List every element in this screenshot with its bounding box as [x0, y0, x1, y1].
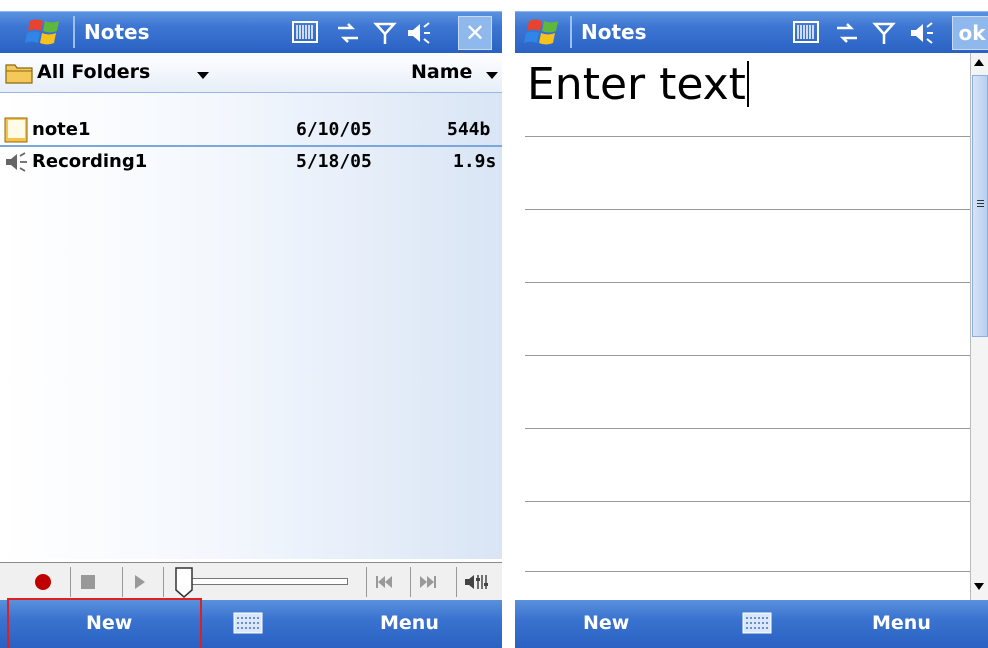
volume-icon[interactable]: [907, 18, 937, 48]
note-text: Enter text: [527, 59, 746, 110]
notes-list-screen: Notes ✕ All Folders Name note1 6/10/05 5…: [0, 0, 502, 648]
ruled-line: [525, 209, 970, 210]
chevron-down-icon[interactable]: [486, 72, 498, 79]
progress-track[interactable]: [180, 578, 348, 585]
note-icon: [4, 117, 28, 143]
recording-toolbar: [0, 562, 502, 600]
close-button[interactable]: ✕: [458, 16, 492, 50]
signal-icon[interactable]: [370, 18, 400, 48]
toolbar-separator: [456, 567, 457, 597]
ruled-line: [525, 571, 970, 572]
list-header: All Folders Name: [0, 53, 502, 93]
ok-button[interactable]: ok: [952, 16, 988, 50]
text-cursor: [746, 61, 749, 107]
toolbar-separator: [70, 567, 71, 597]
title-separator: [570, 16, 572, 48]
title-separator: [73, 16, 75, 48]
ruled-line: [525, 355, 970, 356]
chevron-down-icon[interactable]: [197, 72, 209, 79]
volume-slider-icon[interactable]: [463, 572, 491, 592]
ruled-line: [525, 501, 970, 502]
scroll-up-arrow[interactable]: [974, 59, 984, 66]
list-item[interactable]: note1 6/10/05 544b: [0, 115, 502, 147]
slider-handle[interactable]: [174, 566, 194, 598]
skip-back-icon[interactable]: [375, 574, 393, 590]
folder-dropdown[interactable]: All Folders: [37, 61, 150, 83]
menu-button[interactable]: Menu: [380, 612, 439, 634]
barcode-icon[interactable]: [290, 18, 320, 48]
speaker-icon: [6, 152, 27, 172]
record-icon[interactable]: [34, 573, 52, 591]
file-name: note1: [32, 119, 91, 140]
barcode-icon[interactable]: [791, 18, 821, 48]
app-title: Notes: [84, 20, 150, 44]
file-date: 6/10/05: [296, 119, 372, 140]
file-list: note1 6/10/05 544b Recording1 5/18/05 1.…: [0, 93, 502, 559]
ruled-line: [525, 136, 970, 137]
vertical-scrollbar[interactable]: [970, 53, 988, 600]
app-title: Notes: [581, 20, 647, 44]
list-item[interactable]: Recording1 5/18/05 1.9s: [0, 147, 502, 179]
note-text-area[interactable]: Enter text: [527, 59, 749, 110]
file-size: 1.9s: [453, 151, 497, 172]
ruled-line: [525, 428, 970, 429]
stop-icon[interactable]: [80, 574, 96, 590]
connectivity-icon[interactable]: [333, 18, 363, 48]
toolbar-separator: [366, 567, 367, 597]
note-editor-screen: Notes ok Enter text New Menu: [515, 0, 988, 648]
softkey-bar: New Menu: [515, 600, 988, 648]
windows-logo-icon[interactable]: [523, 15, 565, 49]
new-button[interactable]: New: [583, 612, 629, 634]
skip-forward-icon[interactable]: [419, 574, 437, 590]
toolbar-separator: [410, 567, 411, 597]
title-bar: Notes ✕: [0, 11, 502, 53]
softkey-bar: New Menu: [0, 600, 502, 648]
folder-icon[interactable]: [4, 61, 34, 85]
file-date: 5/18/05: [296, 151, 372, 172]
file-size: 544b: [447, 119, 491, 140]
volume-icon[interactable]: [404, 18, 434, 48]
connectivity-icon[interactable]: [832, 18, 862, 48]
toolbar-separator: [122, 567, 123, 597]
note-editor[interactable]: Enter text: [515, 53, 970, 600]
file-name: Recording1: [32, 151, 148, 172]
signal-icon[interactable]: [869, 18, 899, 48]
sort-dropdown[interactable]: Name: [411, 61, 472, 83]
scroll-down-arrow[interactable]: [974, 583, 984, 590]
windows-logo-icon[interactable]: [24, 15, 66, 49]
scroll-thumb[interactable]: [972, 75, 988, 337]
menu-button[interactable]: Menu: [872, 612, 931, 634]
keyboard-icon[interactable]: [233, 612, 263, 634]
new-button[interactable]: New: [86, 612, 132, 634]
title-bar: Notes ok: [515, 11, 988, 53]
toolbar-separator: [163, 567, 164, 597]
ruled-line: [525, 282, 970, 283]
play-icon[interactable]: [133, 574, 147, 590]
keyboard-icon[interactable]: [742, 612, 772, 634]
